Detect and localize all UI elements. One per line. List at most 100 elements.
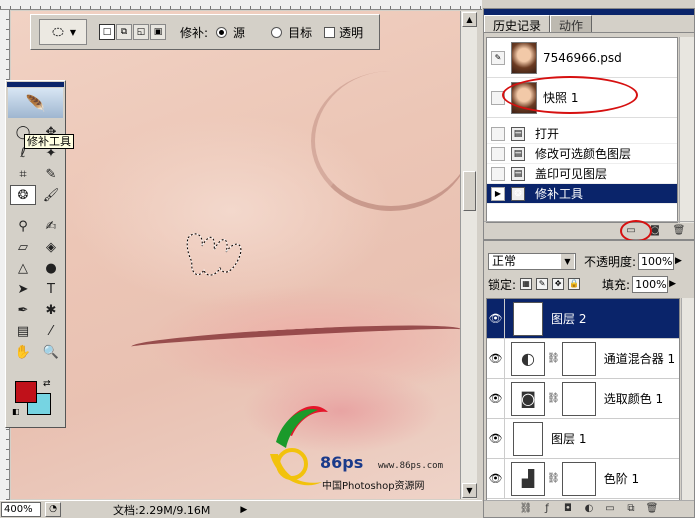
foreground-color-swatch[interactable] <box>15 381 37 403</box>
layers-scrollbar[interactable] <box>681 298 694 501</box>
eyedropper-tool-icon[interactable]: ⁄ <box>38 321 64 341</box>
visibility-eye-icon[interactable]: 👁 <box>487 299 505 339</box>
layer-row-selected[interactable]: 👁 图层 2 <box>487 299 679 339</box>
history-brush-source-icon[interactable]: ✎ <box>491 50 505 65</box>
patch-selection-marquee[interactable] <box>186 216 266 286</box>
new-selection-icon[interactable]: □ <box>99 24 115 40</box>
add-to-selection-icon[interactable]: ⧉ <box>116 24 132 40</box>
dodge-tool-icon[interactable]: ● <box>38 258 64 278</box>
lock-position-icon[interactable]: ✥ <box>552 278 565 290</box>
lock-all-icon[interactable]: 🔒 <box>568 278 581 290</box>
history-state-item[interactable]: ▤ 修改可选颜色图层 <box>487 144 677 164</box>
layers-panel-tabs[interactable] <box>484 241 694 249</box>
type-tool-icon[interactable]: T <box>38 279 64 299</box>
tab-history[interactable]: 历史记录 <box>484 15 551 33</box>
layer-row[interactable]: 👁 ◐ ⛓ 通道混合器 1 <box>487 338 679 379</box>
custom-shape-tool-icon[interactable]: ✱ <box>38 300 64 320</box>
link-layers-icon[interactable]: ⛓ <box>519 502 533 516</box>
feather-logo-icon[interactable]: 🪶 <box>8 88 63 118</box>
trash-icon[interactable]: 🗑 <box>672 224 686 238</box>
opacity-input[interactable]: 100% <box>638 252 675 270</box>
zoom-tool-icon[interactable]: 🔍 <box>38 342 64 362</box>
source-radio-label: 源 <box>233 25 246 40</box>
history-state-item[interactable]: ▤ 打开 <box>487 124 677 144</box>
source-radio[interactable]: 源 <box>216 24 245 41</box>
lip-line <box>130 320 460 356</box>
history-brush-tool-icon[interactable]: ✍ <box>38 216 64 236</box>
eraser-tool-icon[interactable]: ▱ <box>10 237 36 257</box>
new-group-icon[interactable]: ▭ <box>603 502 617 516</box>
history-snapshot-item[interactable]: ✎ 7546966.psd <box>487 38 677 78</box>
scroll-up-icon[interactable]: ▲ <box>462 12 477 27</box>
brush-tool-icon[interactable]: 🖌 <box>38 185 64 205</box>
layer-list: 👁 图层 2 👁 ◐ ⛓ 通道混合器 1 👁 ◙ ⛓ 选取颜色 1 👁 图层 1… <box>486 298 680 501</box>
scroll-thumb[interactable] <box>463 171 476 211</box>
notes-tool-icon[interactable]: ▤ <box>10 321 36 341</box>
intersect-selection-icon[interactable]: ▣ <box>150 24 166 40</box>
current-state-arrow-icon[interactable]: ▶ <box>491 186 505 201</box>
patch-tool-button[interactable]: ❂ <box>10 185 36 205</box>
patch-tool-icon <box>52 27 64 37</box>
trash-icon[interactable]: 🗑 <box>645 502 659 516</box>
blend-mode-select[interactable]: 正常 <box>488 252 576 270</box>
clone-stamp-tool-icon[interactable]: ⚲ <box>10 216 36 236</box>
visibility-eye-icon[interactable]: 👁 <box>487 378 505 419</box>
default-colors-icon[interactable]: ◧ <box>12 407 20 416</box>
history-state-item-selected[interactable]: ▶ ❂ 修补工具 <box>487 184 677 204</box>
blur-tool-icon[interactable]: △ <box>10 258 36 278</box>
lock-transparency-icon[interactable]: ▦ <box>520 278 533 290</box>
zoom-level-input[interactable]: 400% <box>1 502 41 517</box>
subtract-from-selection-icon[interactable]: ◱ <box>133 24 149 40</box>
lock-image-icon[interactable]: ✎ <box>536 278 549 290</box>
layer-row[interactable]: 👁 ◙ ⛓ 选取颜色 1 <box>487 378 679 419</box>
transparent-checkbox-box[interactable] <box>324 26 336 38</box>
status-menu-icon[interactable]: ◔ <box>45 502 61 517</box>
transparent-checkbox[interactable]: 透明 <box>324 24 363 41</box>
add-mask-icon[interactable]: ◘ <box>561 502 575 516</box>
layer-thumbnail <box>513 301 543 336</box>
fill-label: 填充: <box>602 277 631 292</box>
hand-tool-icon[interactable]: ✋ <box>10 342 36 362</box>
layer-row[interactable]: 👁 图层 1 <box>487 418 679 459</box>
history-state-item[interactable]: ▤ 盖印可见图层 <box>487 164 677 184</box>
channel-mixer-adjustment-icon: ◐ <box>511 341 545 376</box>
layer-mask-thumbnail <box>561 461 596 496</box>
slice-tool-icon[interactable]: ✎ <box>38 164 64 184</box>
layer-style-icon[interactable]: ƒ <box>540 502 554 516</box>
history-scrollbar[interactable] <box>679 37 694 223</box>
new-adjustment-layer-icon[interactable]: ◐ <box>582 502 596 516</box>
layer-name: 色阶 1 <box>603 472 640 486</box>
color-swatches: ◧ ⇄ <box>12 379 55 421</box>
visibility-eye-icon[interactable]: 👁 <box>487 458 505 499</box>
layer-name: 图层 2 <box>551 312 587 326</box>
destination-radio[interactable]: 目标 <box>271 24 312 41</box>
new-layer-icon[interactable]: ⧉ <box>624 502 638 516</box>
path-selection-tool-icon[interactable]: ➤ <box>10 279 36 299</box>
history-brush-source-icon[interactable] <box>491 126 505 141</box>
source-radio-dot[interactable] <box>216 26 228 38</box>
tool-options-bar: ▼ □ ⧉ ◱ ▣ 修补: 源 目标 透明 <box>30 14 380 50</box>
fill-slider-arrow-icon[interactable]: ▶ <box>669 279 676 289</box>
destination-radio-dot[interactable] <box>271 26 283 38</box>
paint-bucket-tool-icon[interactable]: ◈ <box>38 237 64 257</box>
swap-colors-icon[interactable]: ⇄ <box>43 379 51 389</box>
toolbox-title-bar[interactable] <box>7 82 64 87</box>
pen-tool-icon[interactable]: ✒ <box>10 300 36 320</box>
tab-actions[interactable]: 动作 <box>550 15 593 33</box>
history-state-label: 修改可选颜色图层 <box>535 147 632 161</box>
history-state-label: 盖印可见图层 <box>535 167 608 181</box>
crop-tool-icon[interactable]: ⌗ <box>10 164 36 184</box>
fill-input[interactable]: 100% <box>632 275 669 293</box>
history-brush-source-icon[interactable] <box>491 146 505 161</box>
document-state-icon: ▤ <box>511 166 525 181</box>
tool-preset-picker[interactable]: ▼ <box>39 19 87 45</box>
snapshot-thumbnail <box>511 41 537 74</box>
history-brush-source-icon[interactable] <box>491 166 505 181</box>
status-arrow-icon[interactable]: ▶ <box>240 505 247 515</box>
layer-row[interactable]: 👁 ▟ ⛓ 色阶 1 <box>487 458 679 499</box>
status-bar: 400% ◔ 文档:2.29M/9.16M ▶ <box>0 500 482 518</box>
opacity-slider-arrow-icon[interactable]: ▶ <box>675 256 682 266</box>
visibility-eye-icon[interactable]: 👁 <box>487 338 505 379</box>
annotation-ellipse <box>502 76 638 114</box>
visibility-eye-icon[interactable]: 👁 <box>487 418 505 459</box>
